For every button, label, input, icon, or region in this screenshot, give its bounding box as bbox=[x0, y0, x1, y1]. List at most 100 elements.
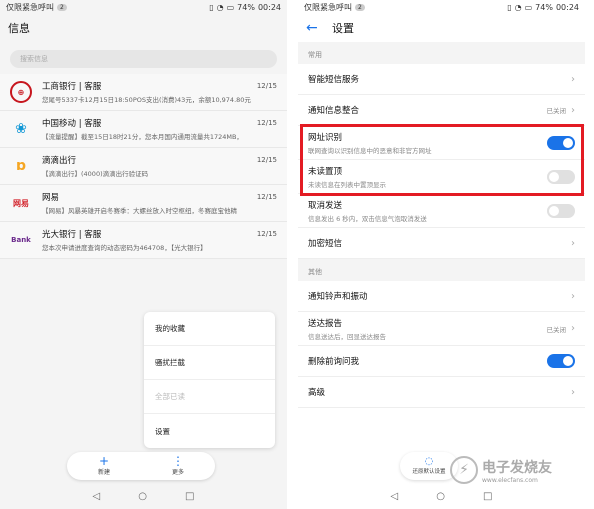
conversation-item[interactable]: ❀ 中国移动 | 客服 12/15 【流量提醒】截至15日18时21分，您本月国… bbox=[0, 111, 287, 148]
url-detect-toggle[interactable] bbox=[547, 135, 575, 150]
conversation-date: 12/15 bbox=[256, 156, 277, 164]
menu-item-spam-block[interactable]: 骚扰拦截 bbox=[144, 346, 275, 380]
setting-label: 送达报告 bbox=[308, 318, 343, 329]
conversation-snippet: 【网易】风暴英雄开启冬赛季：大螺丝放入时空枢纽，冬赛庭宝他精 bbox=[42, 207, 237, 215]
wifi-icon: ◔ bbox=[514, 2, 522, 12]
recents-nav-icon[interactable]: □ bbox=[483, 491, 492, 502]
menu-item-mark-all-read[interactable]: 全部已读 bbox=[144, 380, 275, 414]
setting-description: 联网查询以识别信息中的恶意和非官方网址 bbox=[308, 146, 432, 155]
plus-icon: + bbox=[98, 454, 110, 468]
netease-logo-icon: 网易 bbox=[13, 198, 29, 208]
back-arrow-icon[interactable]: ← bbox=[306, 20, 322, 36]
conversation-name: 工商银行 | 客服 bbox=[42, 82, 102, 92]
battery-level: 74% bbox=[535, 2, 553, 12]
conversation-snippet: 【滴滴出行】(4000)滴滴出行验证码 bbox=[42, 170, 149, 178]
conversation-name: 滴滴出行 bbox=[42, 156, 77, 166]
battery-icon: ▭ bbox=[524, 2, 533, 12]
setting-label: 取消发送 bbox=[308, 200, 343, 211]
conversation-snippet: 您尾号5337卡12月15日18:50POS支出(消费)43元，余额10,974… bbox=[42, 96, 251, 104]
setting-label: 通知信息整合 bbox=[308, 106, 360, 116]
menu-item-favorites[interactable]: 我的收藏 bbox=[144, 312, 275, 346]
restore-icon: ◌ bbox=[424, 456, 434, 467]
home-nav-icon[interactable]: ○ bbox=[436, 491, 445, 502]
setting-status: 已关闭 bbox=[546, 107, 567, 115]
conversation-name: 光大银行 | 客服 bbox=[42, 230, 102, 240]
status-time: 00:24 bbox=[555, 2, 579, 12]
search-input[interactable]: 搜索信息 bbox=[10, 50, 277, 68]
setting-label: 未读置顶 bbox=[308, 166, 343, 177]
new-label: 新建 bbox=[97, 469, 110, 476]
china-mobile-logo-icon: ❀ bbox=[15, 121, 27, 137]
conversation-snippet: 【流量提醒】截至15日18时21分，您本月国内通用流量共1724MB， bbox=[42, 133, 243, 141]
status-badge: 2 bbox=[355, 3, 365, 11]
setting-description: 未读信息在列表中置顶显示 bbox=[308, 180, 386, 189]
chevron-right-icon: › bbox=[571, 73, 575, 85]
conversation-item[interactable]: ⊕ 工商银行 | 客服 12/15 您尾号5337卡12月15日18:50POS… bbox=[0, 74, 287, 111]
bottom-action-bar: + 新建 ⋮ 更多 bbox=[67, 452, 215, 480]
chevron-right-icon: › bbox=[571, 290, 575, 302]
back-nav-icon[interactable]: ◁ bbox=[93, 491, 101, 502]
conversation-list: ⊕ 工商银行 | 客服 12/15 您尾号5337卡12月15日18:50POS… bbox=[0, 74, 287, 259]
setting-delivery-report[interactable]: 送达报告 信息送达后，回显送达报告 已关闭 › bbox=[298, 312, 585, 346]
system-nav-bar: ◁ ○ □ bbox=[0, 483, 287, 509]
messages-screen: 仅限紧急呼叫 2 ▯ ◔ ▭ 74% 00:24 信息 搜索信息 ⊕ 工商银行 … bbox=[0, 0, 287, 509]
setting-notify-merge[interactable]: 通知信息整合 已关闭 › bbox=[298, 95, 585, 126]
menu-item-settings[interactable]: 设置 bbox=[144, 414, 275, 448]
cancel-send-toggle[interactable] bbox=[547, 203, 575, 218]
setting-cancel-send: 取消发送 信息发出 6 秒内，双击信息气泡取消发送 bbox=[298, 194, 585, 228]
chevron-right-icon: › bbox=[571, 386, 575, 398]
status-carrier: 仅限紧急呼叫 bbox=[304, 2, 352, 12]
delete-ask-toggle[interactable] bbox=[547, 354, 575, 368]
unread-top-toggle[interactable] bbox=[547, 169, 575, 184]
didi-logo-icon: ɒ bbox=[15, 158, 27, 174]
setting-ringtone[interactable]: 通知铃声和振动 › bbox=[298, 281, 585, 312]
more-vertical-icon: ⋮ bbox=[172, 454, 184, 468]
home-nav-icon[interactable]: ○ bbox=[138, 491, 147, 502]
conversation-item[interactable]: ɒ 滴滴出行 12/15 【滴滴出行】(4000)滴滴出行验证码 bbox=[0, 148, 287, 185]
conversation-date: 12/15 bbox=[256, 82, 277, 90]
ceb-bank-logo-icon: Bank bbox=[11, 236, 31, 244]
status-bar: 仅限紧急呼叫 2 ▯ ◔ ▭ 74% 00:24 bbox=[298, 0, 585, 14]
setting-description: 信息送达后，回显送达报告 bbox=[308, 332, 386, 341]
setting-label: 删除前询问我 bbox=[308, 357, 360, 367]
page-title: 信息 bbox=[8, 22, 30, 35]
conversation-name: 网易 bbox=[42, 193, 60, 203]
setting-status: 已关闭 bbox=[546, 325, 567, 334]
conversation-date: 12/15 bbox=[256, 230, 277, 238]
elecfans-logo-icon: ⚡ bbox=[450, 456, 478, 484]
chevron-right-icon: › bbox=[571, 104, 575, 116]
setting-encrypt[interactable]: 加密短信 › bbox=[298, 228, 585, 259]
status-bar: 仅限紧急呼叫 2 ▯ ◔ ▭ 74% 00:24 bbox=[0, 0, 287, 14]
watermark-url: www.elecfans.com bbox=[482, 476, 538, 484]
setting-label: 通知铃声和振动 bbox=[308, 292, 368, 302]
system-nav-bar: ◁ ○ □ bbox=[298, 483, 585, 509]
conversation-date: 12/15 bbox=[256, 119, 277, 127]
app-bar: 信息 bbox=[0, 14, 287, 42]
overflow-menu: 我的收藏 骚扰拦截 全部已读 设置 bbox=[144, 312, 275, 448]
icbc-logo-icon: ⊕ bbox=[10, 81, 32, 103]
new-message-button[interactable]: + 新建 bbox=[67, 452, 141, 480]
setting-label: 加密短信 bbox=[308, 239, 343, 249]
back-nav-icon[interactable]: ◁ bbox=[391, 491, 399, 502]
chevron-right-icon: › bbox=[571, 237, 575, 249]
vibrate-icon: ▯ bbox=[507, 2, 512, 12]
recents-nav-icon[interactable]: □ bbox=[185, 491, 194, 502]
status-time: 00:24 bbox=[257, 2, 281, 12]
conversation-date: 12/15 bbox=[256, 193, 277, 201]
status-badge: 2 bbox=[57, 3, 67, 11]
setting-delete-ask: 删除前询问我 bbox=[298, 346, 585, 377]
setting-advanced[interactable]: 高级 › bbox=[298, 377, 585, 408]
setting-label: 高级 bbox=[308, 388, 326, 398]
conversation-item[interactable]: Bank 光大银行 | 客服 12/15 您本次申请进度查询的动态密码为4647… bbox=[0, 222, 287, 259]
section-header-common: 常用 bbox=[298, 42, 585, 64]
status-carrier: 仅限紧急呼叫 bbox=[6, 2, 54, 12]
more-button[interactable]: ⋮ 更多 bbox=[141, 452, 215, 480]
conversation-item[interactable]: 网易 网易 12/15 【网易】风暴英雄开启冬赛季：大螺丝放入时空枢纽，冬赛庭宝… bbox=[0, 185, 287, 222]
setting-smart-sms[interactable]: 智能短信服务 › bbox=[298, 64, 585, 95]
setting-description: 信息发出 6 秒内，双击信息气泡取消发送 bbox=[308, 214, 427, 223]
chevron-right-icon: › bbox=[571, 323, 575, 334]
watermark: ⚡ 电子发烧友 www.elecfans.com bbox=[450, 456, 552, 484]
settings-screen: 仅限紧急呼叫 2 ▯ ◔ ▭ 74% 00:24 ← 设置 常用 智能短信服务 … bbox=[298, 0, 585, 509]
app-bar: ← 设置 bbox=[298, 14, 585, 42]
wifi-icon: ◔ bbox=[216, 2, 224, 12]
